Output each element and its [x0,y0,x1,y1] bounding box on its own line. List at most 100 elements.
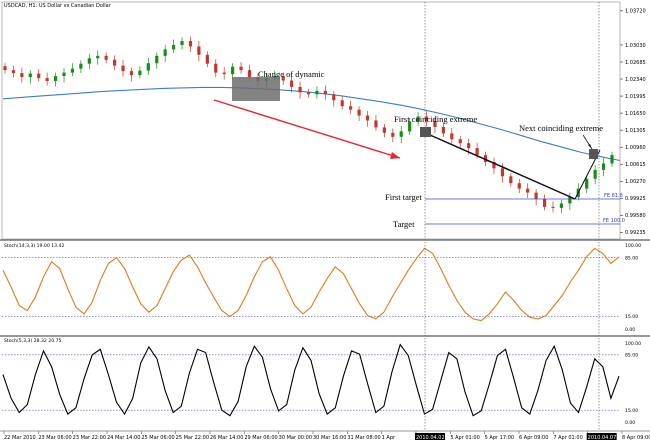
candle-body [3,66,7,71]
candle-body [391,132,395,137]
stoch-axis-label: 100.00 [625,341,641,347]
stoch1-label: Stoch(14,3,3) 19.00 13.42 [4,243,64,249]
annotation-first-coinciding-extreme: First coinciding extreme [394,114,477,124]
stoch-axis-label: 100.00 [625,243,641,249]
candle-body [509,176,513,184]
candle-body [87,58,91,64]
time-tick-label: 23 Mar 22:00 [73,435,106,441]
candle-body [399,131,403,137]
candle-body [534,192,538,200]
time-tick-label: 1 Apr [382,435,396,441]
candle-body [45,78,49,81]
candle-body [37,73,41,79]
time-tick-label: 25 Mar 22:00 [176,435,209,441]
candle-body [593,169,597,179]
candle-body [551,206,555,208]
annotation-target: Target [393,219,415,229]
price-tick-label: 0.99580 [625,213,646,219]
candle-body [28,73,32,78]
candle-body [197,46,201,55]
candle-body [79,63,83,69]
price-tick-label: 1.03720 [625,9,646,15]
price-tick-label: 0.99235 [625,230,646,236]
price-tick-label: 1.00615 [625,162,646,168]
price-tick-label: 1.02340 [625,77,646,83]
candle-body [315,90,319,95]
candle-body [500,168,505,177]
candle-body [112,59,117,66]
time-tick-label: 7 Apr 01:00 [553,435,582,441]
stoch-axis-label: 85.00 [625,353,638,359]
time-tick-label: 6 Apr 09:00 [519,435,548,441]
annotation-next-coinciding-extreme: Next coinciding extreme [519,123,603,133]
time-tick-label: 23 Mar 06:00 [38,435,71,441]
candle-body [585,178,589,189]
price-tick-label: 1.01650 [625,111,646,117]
candle-body [441,126,445,134]
time-tick-label: 30 Mar 16:00 [313,435,346,441]
candle-body [53,76,58,81]
price-tick-label: 1.01995 [625,94,646,100]
stoch-axis-label: 15.00 [625,314,638,320]
candle-body [214,63,218,73]
candle-body [517,183,521,189]
candle-body [96,55,100,59]
price-tick-label: 1.00960 [625,145,646,151]
candle-body [290,80,294,87]
candle-body [357,109,361,116]
chart-title: USDCAD, H1: US Dollar vs Canadian Dollar [4,3,112,9]
candle-body [11,70,16,74]
candle-body [298,86,302,93]
time-tick-label: 29 Mar 06:00 [244,435,277,441]
candle-body [458,139,462,144]
stoch-axis-label: 0.00 [625,327,635,333]
time-tick-label: 26 Mar 14:00 [210,435,243,441]
change-of-dynamic-box [232,77,280,101]
candle-body [559,203,564,208]
candle-body [450,133,454,140]
candle-body [163,49,167,56]
stoch-axis-label: 0.00 [625,420,635,426]
candle-body [526,188,530,193]
candle-body [155,55,159,64]
candle-body [610,155,614,164]
candle-body [188,41,193,47]
candle-body [129,71,134,76]
stoch-axis-label: 15.00 [625,408,638,414]
time-tick-label: 24 Mar 14:00 [107,435,140,441]
time-tick-label: 5 Apr 01:00 [450,435,479,441]
candle-body [542,199,547,207]
price-tick-label: 1.01305 [625,128,646,134]
stoch2-label: Stoch(5,3,3) 28.32 20.75 [4,338,62,344]
candle-body [340,100,344,107]
first-extreme-box [420,127,431,137]
candle-body [349,106,353,110]
fe-100-label: FE 100.0 [603,218,625,224]
time-tick-label: 5 Apr 17:00 [485,435,514,441]
candle-body [180,41,184,45]
time-tick-label: 31 Mar 08:00 [347,435,380,441]
candle-body [239,66,243,71]
forex-chart: USDCAD, H1: US Dollar vs Canadian Dollar… [0,0,650,442]
candle-body [121,65,125,72]
candle-body [601,163,606,170]
candle-body [374,120,378,128]
price-tick-label: 1.03030 [625,43,646,49]
candle-body [247,70,252,78]
stoch-axis-label: 85.00 [625,255,638,261]
price-tick-label: 1.02685 [625,60,646,66]
candle-body [146,63,150,71]
time-tick-label: 22 Mar 2010 [4,435,36,441]
candle-body [20,73,24,78]
candle-body [467,143,471,149]
candle-body [172,44,176,50]
fe-61-8-label: FE 61.8 [604,193,623,199]
candle-body [62,72,66,77]
candle-body [306,92,311,95]
candle-body [323,90,327,95]
candle-body [365,115,370,121]
annotation-first-target: First target [385,192,423,202]
candle-body [222,72,226,75]
candle-body [382,127,386,133]
candle-body [70,68,75,73]
